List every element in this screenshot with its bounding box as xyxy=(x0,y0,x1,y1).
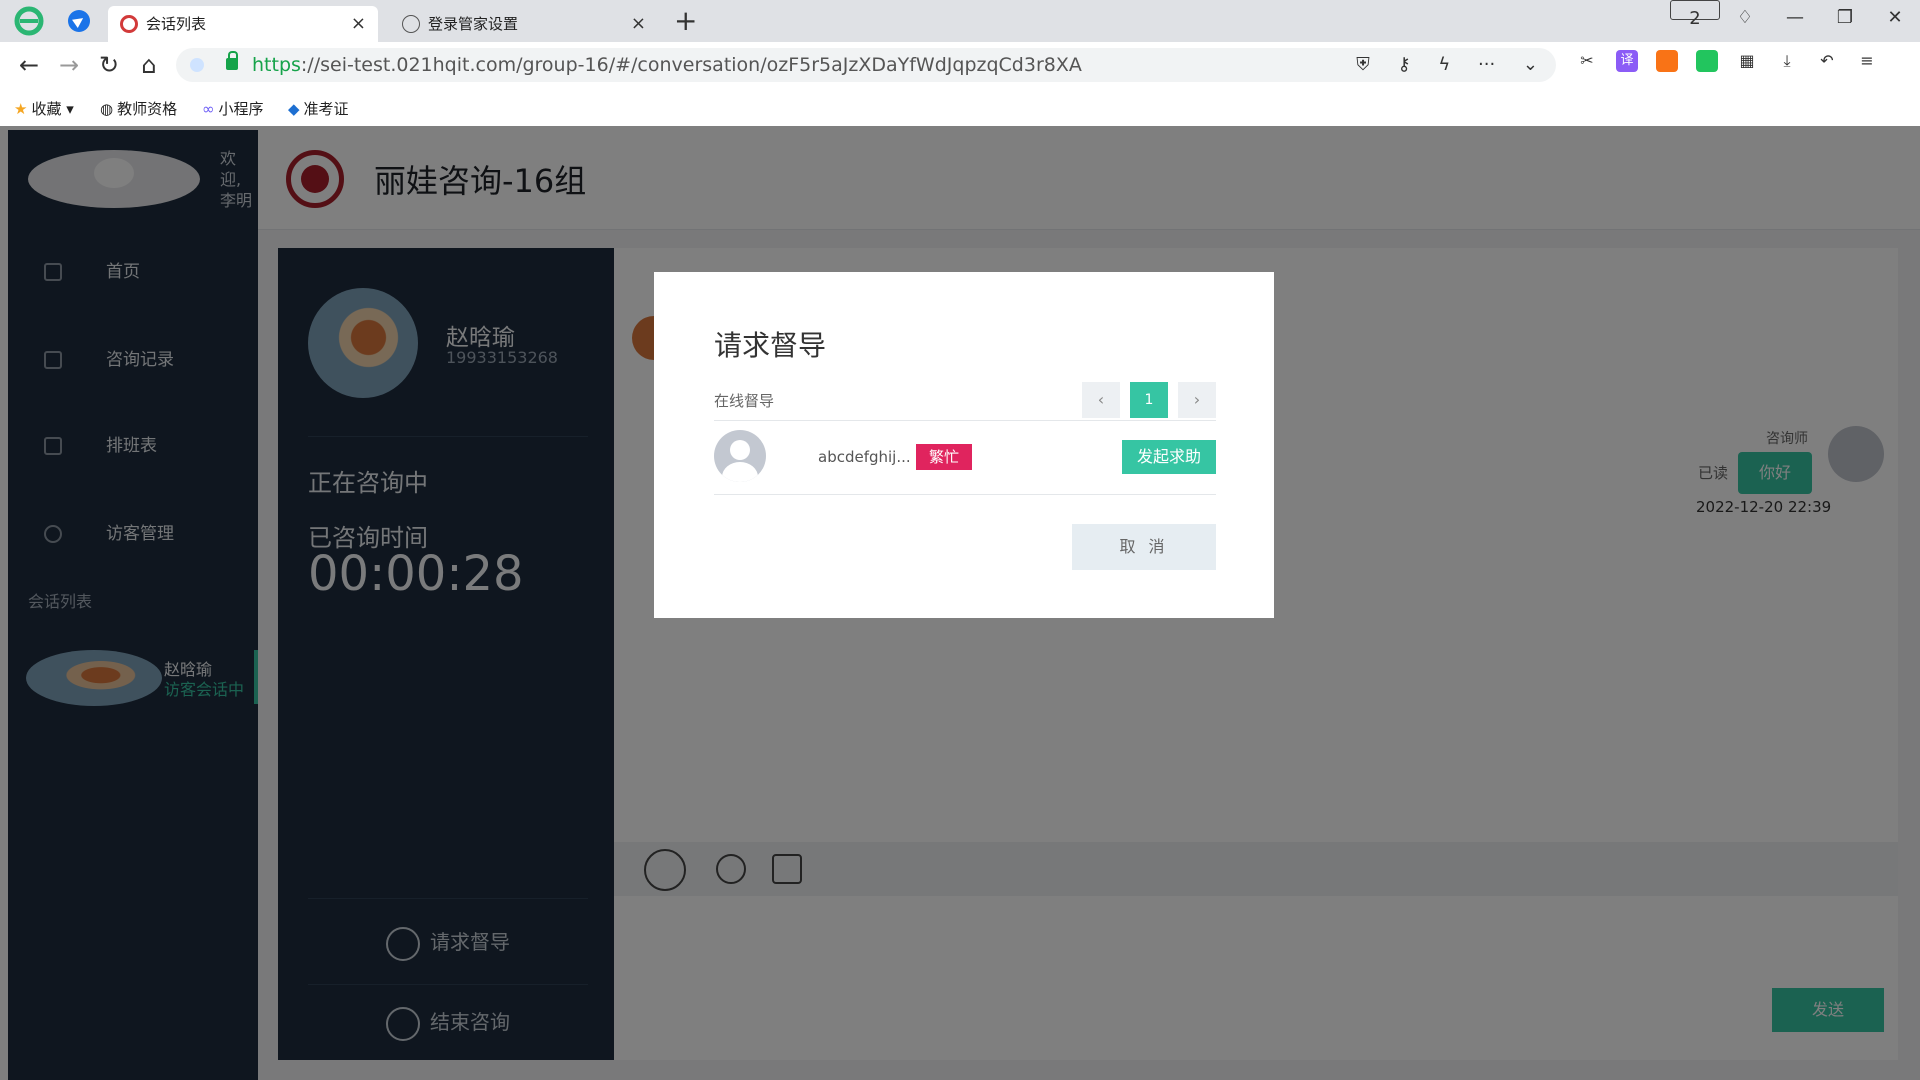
tab-favicon-icon xyxy=(120,15,138,33)
reload-button[interactable]: ↻ xyxy=(94,50,124,80)
address-bar-row: ← → ↻ ⌂ https://sei-test.021hqit.com/gro… xyxy=(0,42,1920,88)
minimize-button[interactable]: — xyxy=(1770,0,1820,36)
next-page-button[interactable]: › xyxy=(1178,382,1216,418)
prev-page-button[interactable]: ‹ xyxy=(1082,382,1120,418)
browser-tab-bar: 会话列表 × 登录管家设置 × + 2 ♢ — ❐ ✕ xyxy=(0,0,1920,42)
lightning-icon[interactable]: ϟ xyxy=(1438,54,1450,75)
forward-button[interactable]: → xyxy=(54,50,84,80)
request-help-button[interactable]: 发起求助 xyxy=(1122,440,1216,474)
star-icon: ★ xyxy=(14,100,28,118)
miniprogram-icon: ∞ xyxy=(202,100,215,118)
url-text[interactable]: https://sei-test.021hqit.com/group-16/#/… xyxy=(252,48,1082,82)
bookmark-miniprogram[interactable]: ∞ 小程序 xyxy=(202,98,264,120)
bookmark-teacher[interactable]: ◍ 教师资格 xyxy=(100,98,177,120)
new-tab-button[interactable]: + xyxy=(674,4,697,37)
more-icon[interactable]: ··· xyxy=(1478,54,1495,75)
reader-icon[interactable] xyxy=(1696,50,1718,72)
request-supervisor-dialog: 请求督导 在线督导 ‹ 1 › abcdefghij... 繁忙 发起求助 取 … xyxy=(654,272,1274,618)
page-number[interactable]: 1 xyxy=(1130,382,1168,418)
admission-icon: ◆ xyxy=(288,100,300,118)
download-icon[interactable]: ⤓ xyxy=(1776,50,1798,72)
bookmarks-bar: ★ 收藏 ▾ ◍ 教师资格 ∞ 小程序 ◆ 准考证 xyxy=(0,92,1920,126)
bookmark-admission[interactable]: ◆ 准考证 xyxy=(288,98,349,120)
menu-icon[interactable]: ≡ xyxy=(1856,50,1878,72)
shield-icon[interactable]: ⛨ xyxy=(1356,54,1370,75)
status-badge: 繁忙 xyxy=(916,444,972,470)
key-icon[interactable]: ⚷ xyxy=(1397,54,1410,75)
telegram-icon[interactable] xyxy=(68,10,90,32)
restore-button[interactable]: ❐ xyxy=(1820,0,1870,36)
tab-title: 会话列表 xyxy=(146,15,207,33)
browser-logo-icon xyxy=(14,6,44,36)
tab-conversation-list[interactable]: 会话列表 × xyxy=(108,6,378,42)
tab-close-icon[interactable]: × xyxy=(631,6,646,42)
window-controls: 2 ♢ — ❐ ✕ xyxy=(1670,0,1920,36)
chevron-down-icon: ▾ xyxy=(66,100,74,118)
chevron-down-icon[interactable]: ⌄ xyxy=(1523,54,1538,75)
home-button[interactable]: ⌂ xyxy=(134,50,164,80)
dialog-title: 请求督导 xyxy=(714,329,827,362)
shirt-icon[interactable]: ♢ xyxy=(1720,0,1770,36)
close-window-button[interactable]: ✕ xyxy=(1870,0,1920,36)
online-supervisors-label: 在线督导 xyxy=(714,392,775,410)
cancel-button[interactable]: 取 消 xyxy=(1072,524,1216,570)
tab-title: 登录管家设置 xyxy=(428,15,519,33)
divider xyxy=(714,420,1216,421)
tab-close-icon[interactable]: × xyxy=(351,6,366,42)
apps-grid-icon[interactable]: ▦ xyxy=(1736,50,1758,72)
bookmark-favorites[interactable]: ★ 收藏 ▾ xyxy=(14,98,74,120)
tab-login-settings[interactable]: 登录管家设置 × xyxy=(390,6,658,42)
divider xyxy=(714,494,1216,495)
game-icon[interactable] xyxy=(1656,50,1678,72)
extension-icons: ✂ 译 ▦ ⤓ ↶ ≡ xyxy=(1576,50,1896,72)
url-input[interactable]: https://sei-test.021hqit.com/group-16/#/… xyxy=(176,48,1556,82)
site-info-icon[interactable] xyxy=(190,58,204,72)
lock-icon[interactable] xyxy=(226,51,238,70)
supervisor-name: abcdefghij... xyxy=(818,448,911,466)
url-actions: ⛨ ⚷ ϟ ··· ⌄ xyxy=(1334,48,1538,82)
globe-icon: ◍ xyxy=(100,100,114,118)
translate-icon[interactable]: 译 xyxy=(1616,50,1638,72)
back-button[interactable]: ← xyxy=(14,50,44,80)
globe-icon xyxy=(402,15,420,33)
tab-count-badge[interactable]: 2 xyxy=(1670,0,1720,36)
scissors-icon[interactable]: ✂ xyxy=(1576,50,1598,72)
avatar xyxy=(714,430,766,482)
undo-icon[interactable]: ↶ xyxy=(1816,50,1838,72)
